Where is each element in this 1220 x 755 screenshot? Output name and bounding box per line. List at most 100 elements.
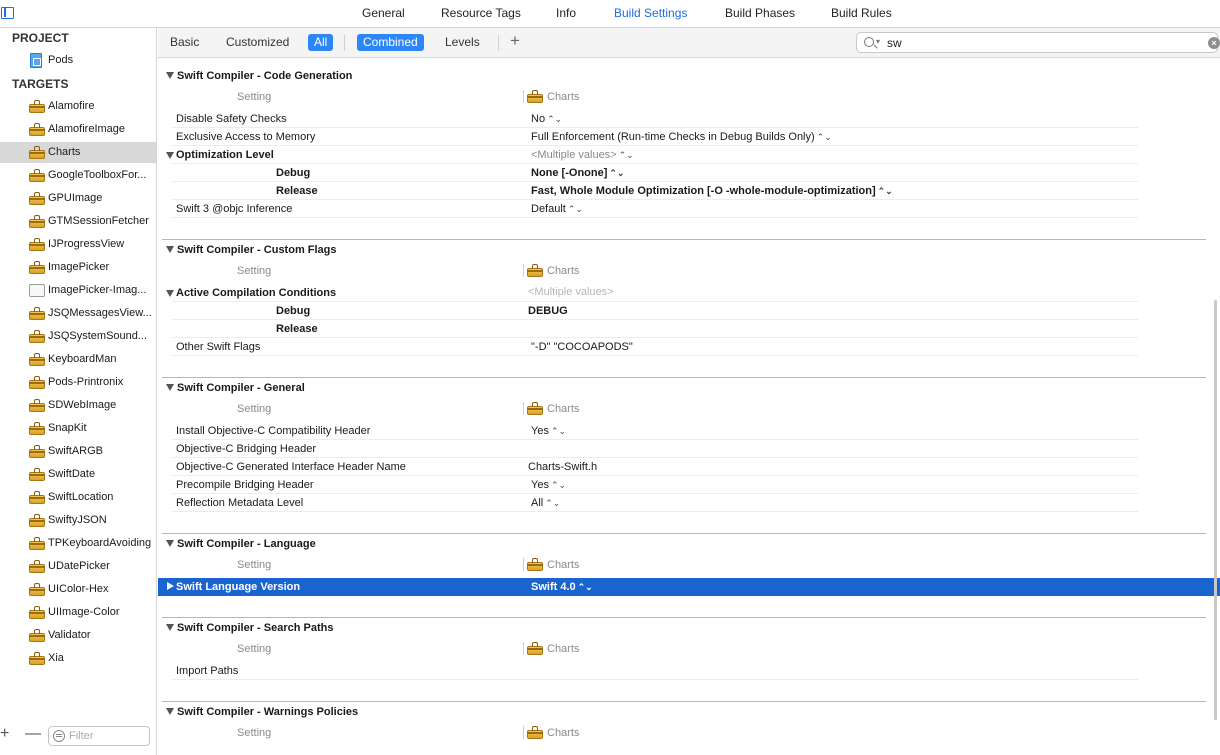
sidebar-item-target[interactable]: IJProgressView	[0, 234, 156, 255]
setting-value[interactable]: Default ⌃⌄	[531, 203, 583, 215]
setting-row[interactable]: Objective-C Generated Interface Header N…	[158, 458, 1220, 476]
sidebar-item-target[interactable]: GoogleToolboxFor...	[0, 165, 156, 186]
setting-row[interactable]: Reflection Metadata Level All ⌃⌄	[158, 494, 1220, 512]
setting-value[interactable]: Charts-Swift.h	[528, 461, 597, 473]
disclosure-triangle-icon[interactable]	[166, 246, 174, 253]
toolbox-icon	[29, 353, 45, 366]
disclosure-triangle-icon[interactable]	[166, 152, 174, 159]
disclosure-triangle-icon[interactable]	[166, 72, 174, 79]
sidebar-item-target[interactable]: GTMSessionFetcher	[0, 211, 156, 232]
sidebar-item-target[interactable]: JSQMessagesView...	[0, 303, 156, 324]
sidebar-item-label: Validator	[48, 629, 91, 641]
setting-row[interactable]: Objective-C Bridging Header	[158, 440, 1220, 458]
customized-filter-button[interactable]: Customized	[220, 34, 295, 51]
setting-value[interactable]: Yes ⌃⌄	[531, 425, 566, 437]
sidebar-item-target[interactable]: SnapKit	[0, 418, 156, 439]
filter-icon	[53, 730, 65, 742]
sidebar-item-target[interactable]: Alamofire	[0, 96, 156, 117]
target-toolbox-icon	[527, 402, 543, 415]
search-field[interactable]: ▾ ×	[856, 32, 1220, 53]
sidebar-item-target[interactable]: SwiftLocation	[0, 487, 156, 508]
setting-value[interactable]: DEBUG	[528, 305, 568, 317]
sidebar-item-target[interactable]: Charts	[0, 142, 156, 163]
remove-target-button[interactable]: —	[25, 725, 41, 743]
setting-name: Objective-C Generated Interface Header N…	[176, 461, 406, 473]
toolbox-icon	[29, 307, 45, 320]
setting-row[interactable]: Import Paths	[158, 662, 1220, 680]
setting-value[interactable]: All ⌃⌄	[531, 497, 560, 509]
setting-name: Debug	[276, 305, 311, 317]
sidebar-item-target[interactable]: Xia	[0, 648, 156, 669]
setting-row[interactable]: Install Objective-C Compatibility Header…	[158, 422, 1220, 440]
tab-build-settings[interactable]: Build Settings	[614, 6, 687, 20]
levels-view-button[interactable]: Levels	[439, 34, 486, 51]
setting-row[interactable]: Active Compilation Conditions <Multiple …	[158, 284, 1220, 302]
setting-column-header: Setting	[237, 265, 272, 277]
all-filter-button[interactable]: All	[308, 34, 334, 51]
sidebar-item-target[interactable]: AlamofireImage	[0, 119, 156, 140]
disclosure-triangle-icon[interactable]	[166, 290, 174, 297]
tab-build-rules[interactable]: Build Rules	[831, 6, 892, 20]
setting-row[interactable]: Debug None [-Onone] ⌃⌄	[158, 164, 1220, 182]
setting-value[interactable]: Yes ⌃⌄	[531, 479, 566, 491]
sidebar-item-target[interactable]: Pods-Printronix	[0, 372, 156, 393]
setting-row-selected[interactable]: Swift Language Version Swift 4.0 ⌃⌄	[158, 578, 1220, 596]
setting-row[interactable]: Optimization Level <Multiple values> ⌃⌄	[158, 146, 1220, 164]
setting-row[interactable]: Disable Safety Checks No ⌃⌄	[158, 110, 1220, 128]
basic-filter-button[interactable]: Basic	[164, 34, 205, 51]
filter-field[interactable]	[48, 726, 150, 746]
search-input[interactable]	[887, 35, 1177, 50]
vertical-scrollbar[interactable]	[1214, 300, 1217, 720]
column-divider	[523, 90, 524, 103]
sidebar-item-target[interactable]: SwiftyJSON	[0, 510, 156, 531]
setting-value[interactable]: No ⌃⌄	[531, 113, 562, 125]
setting-value[interactable]: <Multiple values> ⌃⌄	[531, 149, 634, 161]
tab-info[interactable]: Info	[556, 6, 576, 20]
tab-build-phases[interactable]: Build Phases	[725, 6, 795, 20]
sidebar-item-target[interactable]: SwiftDate	[0, 464, 156, 485]
sidebar-item-target[interactable]: ImagePicker-Imag...	[0, 280, 156, 301]
setting-row[interactable]: Precompile Bridging Header Yes ⌃⌄	[158, 476, 1220, 494]
sidebar-item-target[interactable]: UIColor-Hex	[0, 579, 156, 600]
sidebar-item-target[interactable]: SwiftARGB	[0, 441, 156, 462]
sidebar-item-target[interactable]: UIImage-Color	[0, 602, 156, 623]
setting-value[interactable]: None [-Onone] ⌃⌄	[531, 167, 624, 179]
sidebar-item-target[interactable]: JSQSystemSound...	[0, 326, 156, 347]
tab-resource-tags[interactable]: Resource Tags	[441, 6, 521, 20]
sidebar-item-target[interactable]: KeyboardMan	[0, 349, 156, 370]
sidebar-item-target[interactable]: Validator	[0, 625, 156, 646]
tab-general[interactable]: General	[362, 6, 405, 20]
setting-value[interactable]: "-D" "COCOAPODS"	[531, 341, 633, 353]
clear-search-icon[interactable]: ×	[1208, 37, 1220, 49]
setting-row[interactable]: Release Fast, Whole Module Optimization …	[158, 182, 1220, 200]
add-setting-button[interactable]: +	[510, 31, 520, 51]
setting-value[interactable]: Swift 4.0 ⌃⌄	[531, 581, 593, 593]
sidebar-item-target[interactable]: UDatePicker	[0, 556, 156, 577]
combined-view-button[interactable]: Combined	[357, 34, 424, 51]
sidebar-item-project[interactable]: Pods	[0, 50, 156, 71]
disclosure-triangle-icon[interactable]	[166, 540, 174, 547]
chevron-down-icon[interactable]: ▾	[876, 37, 880, 46]
setting-value[interactable]: Fast, Whole Module Optimization [-O -who…	[531, 185, 893, 197]
add-target-button[interactable]: +	[0, 725, 9, 743]
setting-row[interactable]: Exclusive Access to Memory Full Enforcem…	[158, 128, 1220, 146]
setting-name: Swift Language Version	[176, 581, 301, 593]
sidebar-item-target[interactable]: GPUImage	[0, 188, 156, 209]
sidebar-item-target[interactable]: ImagePicker	[0, 257, 156, 278]
filter-input[interactable]	[69, 729, 147, 743]
sidebar-item-label: KeyboardMan	[48, 353, 117, 365]
disclosure-triangle-icon[interactable]	[166, 708, 174, 715]
setting-row[interactable]: Other Swift Flags "-D" "COCOAPODS"	[158, 338, 1220, 356]
setting-row[interactable]: Debug DEBUG	[158, 302, 1220, 320]
setting-value[interactable]: Full Enforcement (Run-time Checks in Deb…	[531, 131, 832, 143]
setting-row[interactable]: Release	[158, 320, 1220, 338]
setting-value[interactable]: <Multiple values>	[528, 286, 614, 298]
disclosure-triangle-icon[interactable]	[166, 384, 174, 391]
sidebar-item-target[interactable]: SDWebImage	[0, 395, 156, 416]
disclosure-triangle-icon[interactable]	[166, 624, 174, 631]
setting-row[interactable]: Swift 3 @objc Inference Default ⌃⌄	[158, 200, 1220, 218]
toolbox-icon	[29, 261, 45, 274]
disclosure-triangle-icon[interactable]	[167, 582, 174, 590]
sidebar-toggle-icon[interactable]	[1, 7, 14, 19]
sidebar-item-target[interactable]: TPKeyboardAvoiding	[0, 533, 156, 554]
